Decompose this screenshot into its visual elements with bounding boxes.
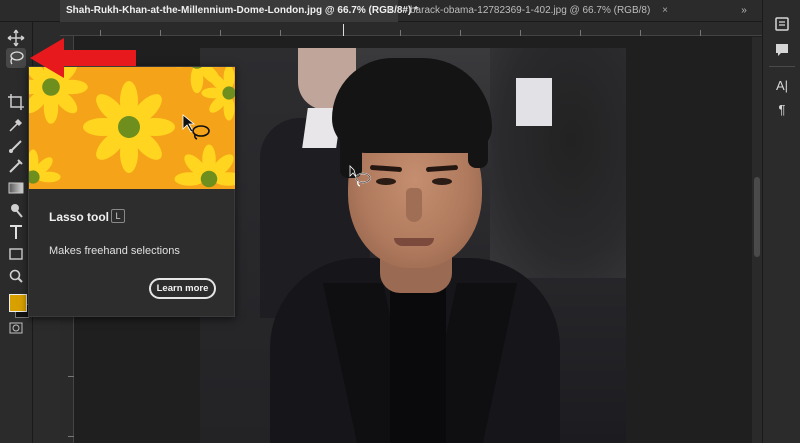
brush-icon[interactable] xyxy=(6,136,26,156)
zoom-tool-icon[interactable] xyxy=(6,266,26,286)
crop-tool-icon[interactable] xyxy=(6,92,26,112)
eyedropper-icon[interactable] xyxy=(6,115,26,135)
right-panel-dock: A| ¶ xyxy=(762,0,800,443)
tab-barack-obama[interactable]: barack-obama-12782369-1-402.jpg @ 66.7% … xyxy=(404,0,674,22)
foreground-color-swatch[interactable] xyxy=(9,294,27,312)
lasso-tool-icon[interactable] xyxy=(6,48,26,68)
tab-label: barack-obama-12782369-1-402.jpg @ 66.7% … xyxy=(410,5,651,16)
horizontal-ruler xyxy=(60,22,762,36)
tool-tooltip: Lasso tool L Makes freehand selections L… xyxy=(28,66,235,317)
type-tool-icon[interactable] xyxy=(6,222,26,242)
vertical-scrollbar[interactable] xyxy=(752,37,762,443)
dodge-tool-icon[interactable] xyxy=(6,200,26,220)
scrollbar-thumb[interactable] xyxy=(754,177,760,257)
gradient-icon[interactable] xyxy=(6,178,26,198)
collapse-panels-icon[interactable]: » xyxy=(736,3,752,19)
close-icon[interactable]: × xyxy=(662,0,668,22)
close-icon[interactable]: × xyxy=(386,0,392,22)
paragraph-icon[interactable]: ¶ xyxy=(772,100,792,120)
tab-label: Shah-Rukh-Khan-at-the-Millennium-Dome-Lo… xyxy=(66,5,418,16)
shortcut-key-badge: L xyxy=(111,209,125,223)
lasso-cursor-icon xyxy=(348,164,374,190)
quick-mask-icon[interactable] xyxy=(6,318,26,338)
document-image[interactable] xyxy=(200,48,626,443)
tool-preview-image xyxy=(29,67,235,189)
move-tool-icon[interactable] xyxy=(6,28,26,48)
document-tab-bar: Shah-Rukh-Khan-at-the-Millennium-Dome-Lo… xyxy=(0,0,762,22)
photoshop-window: Shah-Rukh-Khan-at-the-Millennium-Dome-Lo… xyxy=(0,0,800,443)
learn-more-button[interactable]: Learn more xyxy=(149,278,216,299)
tooltip-description: Makes freehand selections xyxy=(49,245,180,257)
tab-shah-rukh-khan[interactable]: Shah-Rukh-Khan-at-the-Millennium-Dome-Lo… xyxy=(60,0,418,22)
red-arrow-icon xyxy=(30,38,136,78)
history-icon[interactable] xyxy=(772,14,792,34)
character-icon[interactable]: A| xyxy=(772,76,792,96)
healing-brush-icon[interactable] xyxy=(6,156,26,176)
tooltip-title: Lasso tool xyxy=(49,210,110,224)
rectangle-tool-icon[interactable] xyxy=(6,244,26,264)
comment-icon[interactable] xyxy=(772,40,792,60)
